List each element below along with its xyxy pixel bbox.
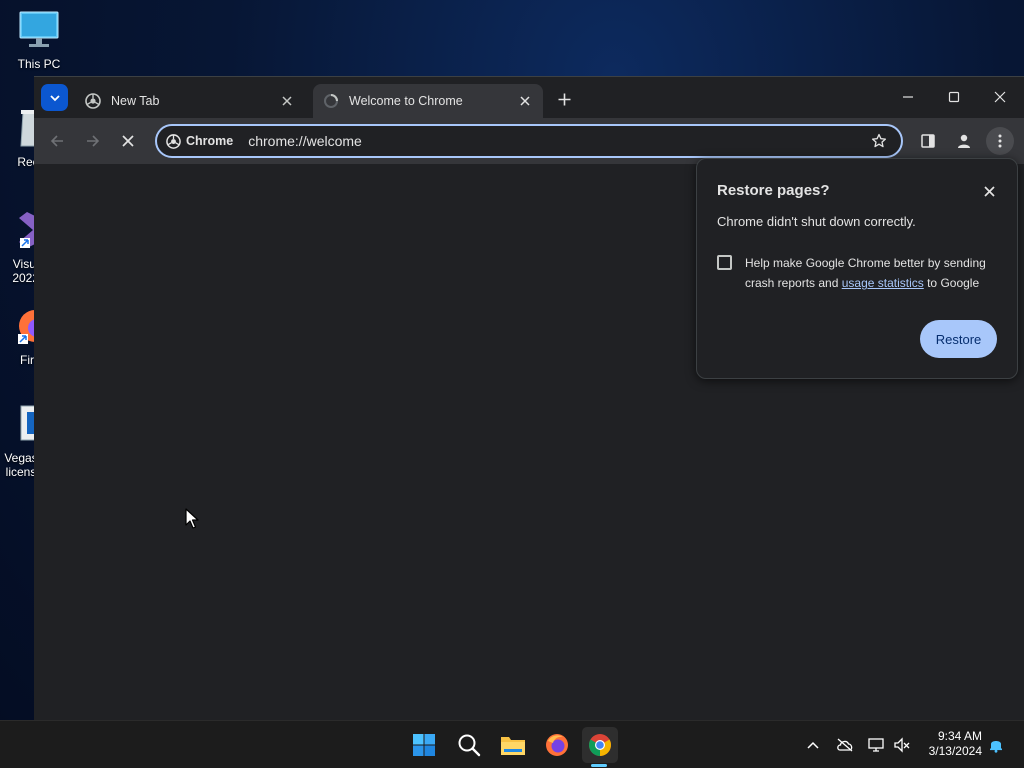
- new-tab-button[interactable]: [552, 87, 576, 111]
- site-chip-label: Chrome: [186, 134, 234, 148]
- system-clock[interactable]: 9:34 AM 3/13/2024: [916, 729, 982, 759]
- mouse-cursor-icon: [185, 508, 199, 529]
- plus-icon: [558, 93, 570, 105]
- file-explorer-button[interactable]: [495, 727, 531, 763]
- close-icon: [122, 135, 134, 147]
- crash-report-checkbox[interactable]: [717, 255, 732, 270]
- tab-title: New Tab: [111, 94, 160, 108]
- close-icon: [994, 91, 1006, 103]
- maximize-button[interactable]: [931, 81, 977, 113]
- minimize-button[interactable]: [885, 81, 931, 113]
- consent-text: Help make Google Chrome better by sendin…: [745, 253, 1007, 293]
- volume-button[interactable]: [892, 735, 912, 755]
- side-panel-icon: [921, 134, 935, 148]
- more-vertical-icon: [998, 134, 1002, 148]
- star-icon: [871, 133, 887, 148]
- dialog-title: Restore pages?: [717, 182, 830, 199]
- dialog-message: Chrome didn't shut down correctly.: [717, 214, 916, 229]
- bookmark-button[interactable]: [865, 127, 893, 155]
- monitor-icon: [19, 11, 59, 47]
- chrome-color-icon: [589, 734, 611, 756]
- firefox-icon: [546, 734, 568, 756]
- chevron-up-icon: [807, 741, 819, 749]
- onedrive-button[interactable]: [835, 735, 855, 755]
- close-window-button[interactable]: [977, 81, 1023, 113]
- consent-text-after: to Google: [923, 276, 980, 290]
- close-icon: [520, 96, 530, 106]
- taskbar: 9:34 AM 3/13/2024: [0, 720, 1024, 768]
- desktop-icon-label: This PC: [17, 57, 61, 71]
- close-icon: [983, 185, 995, 197]
- network-button[interactable]: [867, 735, 887, 755]
- volume-muted-icon: [894, 737, 910, 753]
- windows-logo-icon: [413, 734, 435, 756]
- chrome-icon: [85, 93, 101, 109]
- tab-search-button[interactable]: [41, 84, 68, 111]
- minimize-icon: [903, 96, 913, 98]
- show-hidden-icons-button[interactable]: [803, 735, 823, 755]
- menu-button[interactable]: [986, 127, 1014, 155]
- dialog-close-button[interactable]: [980, 182, 998, 200]
- search-button[interactable]: [451, 727, 487, 763]
- desktop-icon-this-pc[interactable]: This PC: [6, 10, 72, 71]
- chevron-down-icon: [49, 94, 60, 101]
- active-app-indicator: [591, 764, 607, 767]
- network-icon: [868, 738, 884, 752]
- close-tab-button[interactable]: [279, 93, 295, 109]
- tab-welcome-to-chrome[interactable]: Welcome to Chrome: [313, 84, 543, 118]
- start-button[interactable]: [406, 727, 442, 763]
- back-button[interactable]: [43, 127, 71, 155]
- chrome-icon: [166, 133, 181, 149]
- cloud-off-icon: [837, 738, 853, 752]
- restore-pages-dialog: Restore pages? Chrome didn't shut down c…: [696, 158, 1018, 379]
- site-info-chip[interactable]: Chrome: [166, 133, 234, 149]
- clock-time: 9:34 AM: [937, 729, 982, 743]
- restore-button[interactable]: Restore: [920, 320, 997, 358]
- stop-loading-button[interactable]: [114, 127, 142, 155]
- close-tab-button[interactable]: [517, 93, 533, 109]
- forward-button[interactable]: [79, 127, 107, 155]
- crash-report-consent: Help make Google Chrome better by sendin…: [717, 253, 1007, 293]
- bell-icon: [990, 741, 1002, 753]
- profile-button[interactable]: [950, 127, 978, 155]
- close-icon: [282, 96, 292, 106]
- arrow-left-icon: [50, 135, 63, 147]
- tab-new-tab[interactable]: New Tab: [75, 84, 305, 118]
- side-panel-button[interactable]: [914, 127, 942, 155]
- usage-statistics-link[interactable]: usage statistics: [842, 276, 924, 290]
- loading-icon: [324, 94, 338, 108]
- tab-strip: New Tab Welcome to Chrome: [34, 77, 1024, 118]
- clock-date: 3/13/2024: [928, 744, 982, 758]
- search-icon: [458, 734, 481, 757]
- notifications-button[interactable]: [986, 735, 1006, 755]
- firefox-taskbar-button[interactable]: [539, 727, 575, 763]
- chrome-taskbar-button[interactable]: [582, 727, 618, 763]
- tab-title: Welcome to Chrome: [349, 94, 463, 108]
- maximize-icon: [948, 91, 960, 103]
- omnibox[interactable]: Chrome chrome://welcome: [155, 124, 903, 158]
- profile-icon: [958, 134, 970, 148]
- arrow-right-icon: [87, 135, 100, 147]
- folder-icon: [501, 737, 525, 755]
- url-text[interactable]: chrome://welcome: [248, 133, 865, 149]
